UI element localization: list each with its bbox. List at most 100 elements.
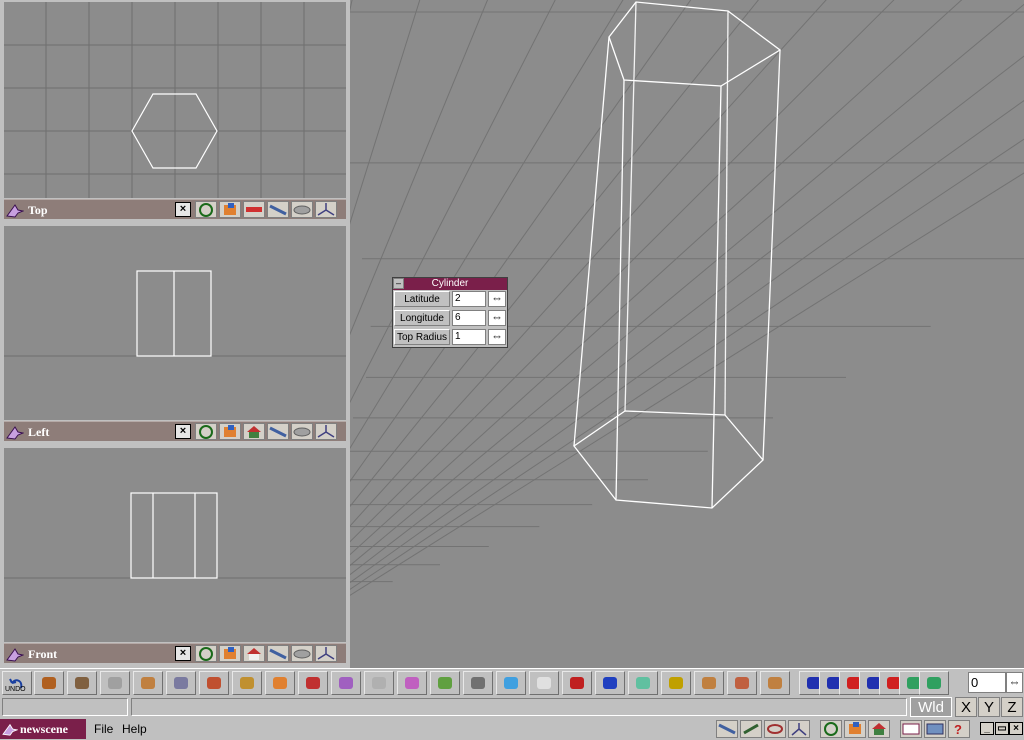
axis-tripod-icon[interactable] [315, 423, 337, 440]
cylinder-3d-wireframe [573, 1, 782, 509]
cube-button[interactable] [199, 671, 229, 695]
left-view-canvas[interactable] [4, 226, 346, 420]
move-button[interactable] [133, 671, 163, 695]
world-coordinates-toggle[interactable]: Wld [910, 697, 952, 717]
rotate-icon [735, 677, 749, 689]
multi-view-icon[interactable] [924, 720, 946, 738]
split-sphere-button[interactable] [298, 671, 328, 695]
minimize-button[interactable]: _ [980, 722, 994, 735]
view-cube-icon[interactable] [219, 201, 241, 218]
select-arrow-button[interactable] [100, 671, 130, 695]
pan-icon[interactable] [267, 645, 289, 662]
move-icon [141, 677, 155, 689]
rotate-button[interactable] [727, 671, 757, 695]
view-cube-icon[interactable] [219, 423, 241, 440]
rotate-view-icon[interactable] [764, 720, 786, 738]
grid-button[interactable] [595, 671, 625, 695]
undo-button[interactable]: UNDO [2, 671, 32, 695]
front-view-canvas[interactable] [4, 448, 346, 642]
front-close-button[interactable]: × [175, 646, 191, 661]
orbit-icon[interactable] [820, 720, 842, 738]
single-view-icon[interactable] [900, 720, 922, 738]
move-icon[interactable] [740, 720, 762, 738]
top-view-canvas[interactable] [4, 2, 346, 198]
pan-icon[interactable] [716, 720, 738, 738]
view-cube-icon[interactable] [844, 720, 866, 738]
restore-button[interactable]: ▭ [995, 722, 1009, 735]
frame-number-field[interactable]: 0 [968, 672, 1006, 693]
loop-button[interactable] [919, 671, 949, 695]
zoom-grid-icon[interactable] [291, 423, 313, 440]
left-close-button[interactable]: × [175, 424, 191, 439]
cylinder-panel[interactable]: – Cylinder Latitude 2 ⇔ Longitude 6 ⇔ To… [392, 277, 508, 348]
help-menu[interactable]: Help [122, 722, 147, 736]
cylinder-button[interactable] [34, 671, 64, 695]
latitude-spinner-icon[interactable]: ⇔ [488, 291, 506, 307]
left-viewport[interactable]: Left × [0, 224, 350, 446]
frame-spinner-icon[interactable]: ⇔ [1006, 672, 1023, 693]
box-green-icon [438, 677, 452, 689]
3d-button[interactable] [661, 671, 691, 695]
pan-icon[interactable] [267, 201, 289, 218]
axis-tripod-icon[interactable] [315, 201, 337, 218]
cube-tan-icon [240, 677, 254, 689]
longitude-field[interactable]: 6 [452, 310, 486, 326]
view-house-icon[interactable] [243, 645, 265, 662]
axis-tripod-icon[interactable] [315, 645, 337, 662]
orbit-icon[interactable] [195, 423, 217, 440]
axis-x-toggle[interactable]: X [955, 697, 977, 717]
camera-button[interactable] [67, 671, 97, 695]
top-close-button[interactable]: × [175, 202, 191, 217]
orbit-icon[interactable] [195, 645, 217, 662]
top-radius-field[interactable]: 1 [452, 329, 486, 345]
cube-tan-button[interactable] [232, 671, 262, 695]
funnel-button[interactable] [397, 671, 427, 695]
scene-name-tab[interactable]: newscene [0, 719, 86, 739]
latitude-label[interactable]: Latitude [394, 291, 450, 307]
plane-button[interactable] [628, 671, 658, 695]
view-house-icon[interactable] [243, 423, 265, 440]
collapse-panel-button[interactable]: – [393, 278, 404, 289]
cube-icon [207, 677, 221, 689]
pan-icon[interactable] [267, 423, 289, 440]
top-radius-label[interactable]: Top Radius [394, 329, 450, 345]
orbit-icon[interactable] [195, 201, 217, 218]
app-logo-icon [6, 648, 24, 662]
help-query-icon[interactable]: ? [948, 720, 970, 738]
figure-button[interactable] [529, 671, 559, 695]
figure-icon [537, 677, 551, 689]
table-button[interactable] [463, 671, 493, 695]
file-menu[interactable]: File [94, 722, 113, 736]
axes-button[interactable] [562, 671, 592, 695]
axis-y-toggle[interactable]: Y [978, 697, 1000, 717]
cylinder-panel-titlebar[interactable]: – Cylinder [393, 278, 507, 290]
status-bar: Wld X Y Z [0, 696, 1024, 718]
undo-label: UNDO [5, 686, 26, 693]
longitude-label[interactable]: Longitude [394, 310, 450, 326]
cluster-button[interactable] [331, 671, 361, 695]
cube-blue-button[interactable] [496, 671, 526, 695]
front-viewport[interactable]: Front × [0, 446, 350, 668]
box-green-button[interactable] [430, 671, 460, 695]
top-viewport[interactable]: Top × [0, 0, 350, 224]
render-icon[interactable] [868, 720, 890, 738]
view-flat-icon[interactable] [243, 201, 265, 218]
cluster-icon [339, 677, 353, 689]
zoom-grid-icon[interactable] [291, 201, 313, 218]
latitude-field[interactable]: 2 [452, 291, 486, 307]
axis-z-toggle[interactable]: Z [1001, 697, 1023, 717]
top-radius-spinner-icon[interactable]: ⇔ [488, 329, 506, 345]
close-app-button[interactable]: × [1009, 722, 1023, 735]
scale-button[interactable] [760, 671, 790, 695]
longitude-spinner-icon[interactable]: ⇔ [488, 310, 506, 326]
view-cube-icon[interactable] [219, 645, 241, 662]
split-sphere-icon [306, 677, 320, 689]
sphere-grid-button[interactable] [166, 671, 196, 695]
zoom-grid-icon[interactable] [291, 645, 313, 662]
torus-button[interactable] [364, 671, 394, 695]
deform-button[interactable] [694, 671, 724, 695]
scale-view-icon[interactable] [788, 720, 810, 738]
cylinder-panel-title: Cylinder [431, 278, 469, 289]
sphere-button[interactable] [265, 671, 295, 695]
status-field-left [2, 698, 128, 716]
